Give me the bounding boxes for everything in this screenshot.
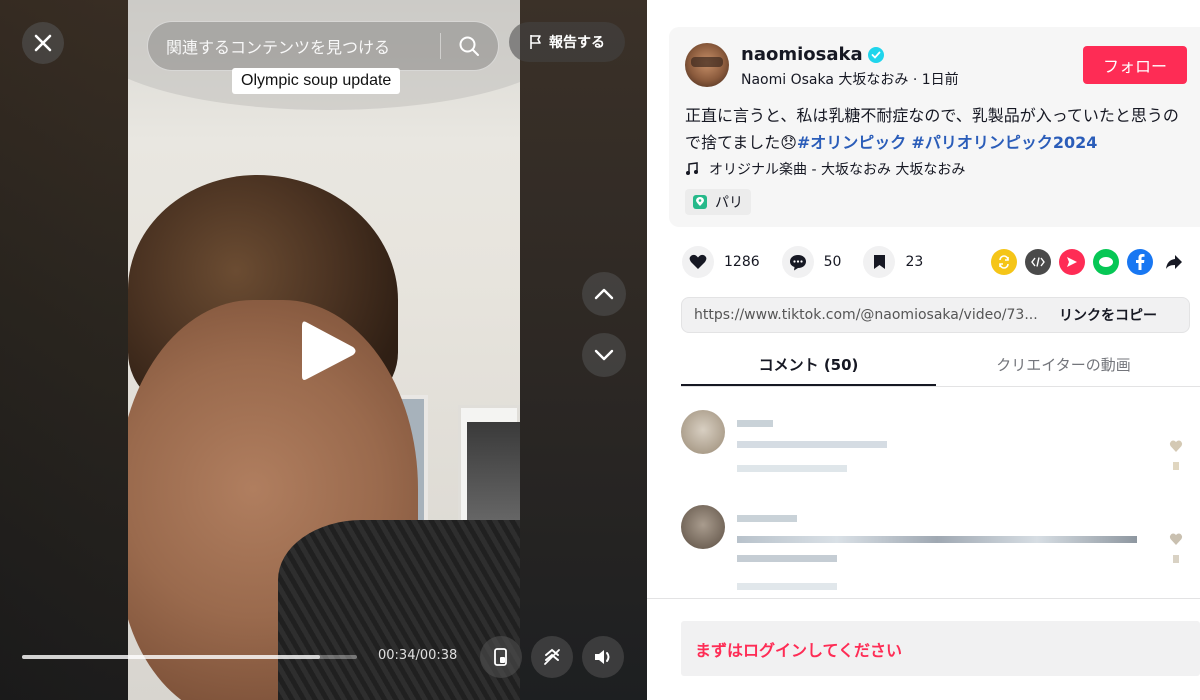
video-scene-shirt — [278, 520, 520, 700]
location-chip[interactable]: パリ — [685, 189, 751, 215]
search-input[interactable]: 関連するコンテンツを見つける — [148, 34, 440, 58]
music-note-icon — [686, 162, 698, 175]
music-title[interactable]: オリジナル楽曲 - 大坂なおみ 大坂なおみ — [709, 159, 965, 179]
comment-list[interactable] — [681, 395, 1200, 595]
hashtag-paris-olympic-2024[interactable]: #パリオリンピック2024 — [911, 133, 1097, 152]
next-video-button[interactable] — [582, 333, 626, 377]
list-item — [681, 505, 1200, 595]
video-link-url[interactable]: https://www.tiktok.com/@naomiosaka/video… — [682, 307, 1047, 323]
report-label: 報告する — [549, 35, 605, 51]
mini-player-icon — [494, 648, 507, 666]
send-to-friends-icon[interactable] — [1059, 249, 1085, 275]
chevron-up-icon — [594, 288, 614, 300]
tab-comments[interactable]: コメント (50) — [681, 345, 936, 386]
save-button[interactable]: 23 — [863, 246, 923, 278]
post-info-card: naomiosaka Naomi Osaka 大坂なおみ · 1日前 フォロー … — [669, 27, 1200, 227]
volume-icon — [595, 650, 610, 664]
share-arrow-icon[interactable] — [1161, 249, 1187, 275]
save-count: 23 — [905, 254, 924, 270]
avatar[interactable] — [681, 505, 725, 549]
location-pin-icon — [693, 195, 707, 209]
comment-like-icon[interactable] — [1169, 531, 1183, 571]
heart-icon[interactable] — [682, 246, 714, 278]
video-progress-bar[interactable] — [22, 655, 357, 659]
side-panel: naomiosaka Naomi Osaka 大坂なおみ · 1日前 フォロー … — [647, 0, 1200, 700]
redacted-comment-text-line2 — [737, 555, 837, 562]
username[interactable]: naomiosaka — [741, 44, 884, 65]
redacted-comment-text — [737, 441, 887, 448]
volume-button[interactable] — [582, 636, 624, 678]
hashtag-olympic[interactable]: #オリンピック — [797, 133, 906, 152]
redacted-username — [737, 515, 797, 522]
footer-divider — [647, 598, 1200, 599]
login-prompt-button[interactable]: まずはログインしてください — [681, 621, 1200, 676]
close-icon — [34, 34, 52, 52]
tiktok-video-page: 関連するコンテンツを見つける 報告する Olympic soup update — [0, 0, 1200, 700]
copy-link-button[interactable]: リンクをコピー — [1047, 305, 1157, 325]
embed-code-icon[interactable] — [1025, 249, 1051, 275]
avatar[interactable] — [681, 410, 725, 454]
music-link[interactable]: オリジナル楽曲 - 大坂なおみ 大坂なおみ — [685, 159, 965, 179]
search-icon[interactable] — [441, 35, 497, 57]
search-box[interactable]: 関連するコンテンツを見つける — [147, 21, 499, 71]
video-progress-fill — [22, 655, 321, 659]
share-buttons — [991, 249, 1187, 275]
flag-icon — [530, 35, 541, 49]
floating-player-button[interactable] — [480, 636, 522, 678]
video-blur-backdrop-left — [0, 0, 128, 700]
comment-count: 50 — [823, 254, 842, 270]
chevron-down-icon — [594, 349, 614, 361]
redacted-username — [737, 420, 773, 427]
close-button[interactable] — [22, 22, 64, 64]
video-player[interactable]: 関連するコンテンツを見つける 報告する Olympic soup update — [0, 0, 647, 700]
previous-video-button[interactable] — [582, 272, 626, 316]
list-item — [681, 410, 1200, 480]
comment-button[interactable]: 50 — [781, 246, 842, 278]
panel-tabs: コメント (50) クリエイターの動画 — [681, 345, 1200, 387]
like-count: 1286 — [724, 254, 760, 270]
like-button[interactable]: 1286 — [682, 246, 760, 278]
follow-button[interactable]: フォロー — [1083, 46, 1187, 84]
comment-like-icon[interactable] — [1169, 438, 1183, 478]
facebook-share-icon[interactable] — [1127, 249, 1153, 275]
redacted-comment-meta — [737, 583, 837, 590]
tab-creator-videos[interactable]: クリエイターの動画 — [936, 345, 1191, 386]
author-name-and-time: Naomi Osaka 大坂なおみ · 1日前 — [741, 72, 959, 88]
video-time: 00:34/00:38 — [378, 648, 458, 663]
line-share-icon[interactable] — [1093, 249, 1119, 275]
report-button[interactable]: 報告する — [509, 22, 625, 62]
auto-scroll-button[interactable] — [531, 636, 573, 678]
location-label[interactable]: パリ — [715, 192, 743, 212]
auto-scroll-icon — [544, 648, 560, 665]
video-caption-sticker: Olympic soup update — [232, 68, 401, 94]
redacted-comment-text — [737, 536, 1137, 543]
post-description: 正直に言うと、私は乳糖不耐症なので、乳製品が入っていたと思うので捨てました😞#オ… — [685, 102, 1185, 156]
username-text[interactable]: naomiosaka — [741, 44, 863, 65]
bookmark-icon[interactable] — [863, 246, 896, 278]
video-link-box: https://www.tiktok.com/@naomiosaka/video… — [681, 297, 1190, 333]
comment-icon[interactable] — [781, 246, 814, 278]
repost-icon[interactable] — [991, 249, 1017, 275]
play-icon[interactable] — [298, 318, 358, 384]
redacted-comment-meta — [737, 465, 847, 472]
verified-icon — [867, 46, 884, 63]
engagement-actions: 1286 50 23 — [682, 246, 945, 278]
avatar[interactable] — [685, 43, 729, 87]
